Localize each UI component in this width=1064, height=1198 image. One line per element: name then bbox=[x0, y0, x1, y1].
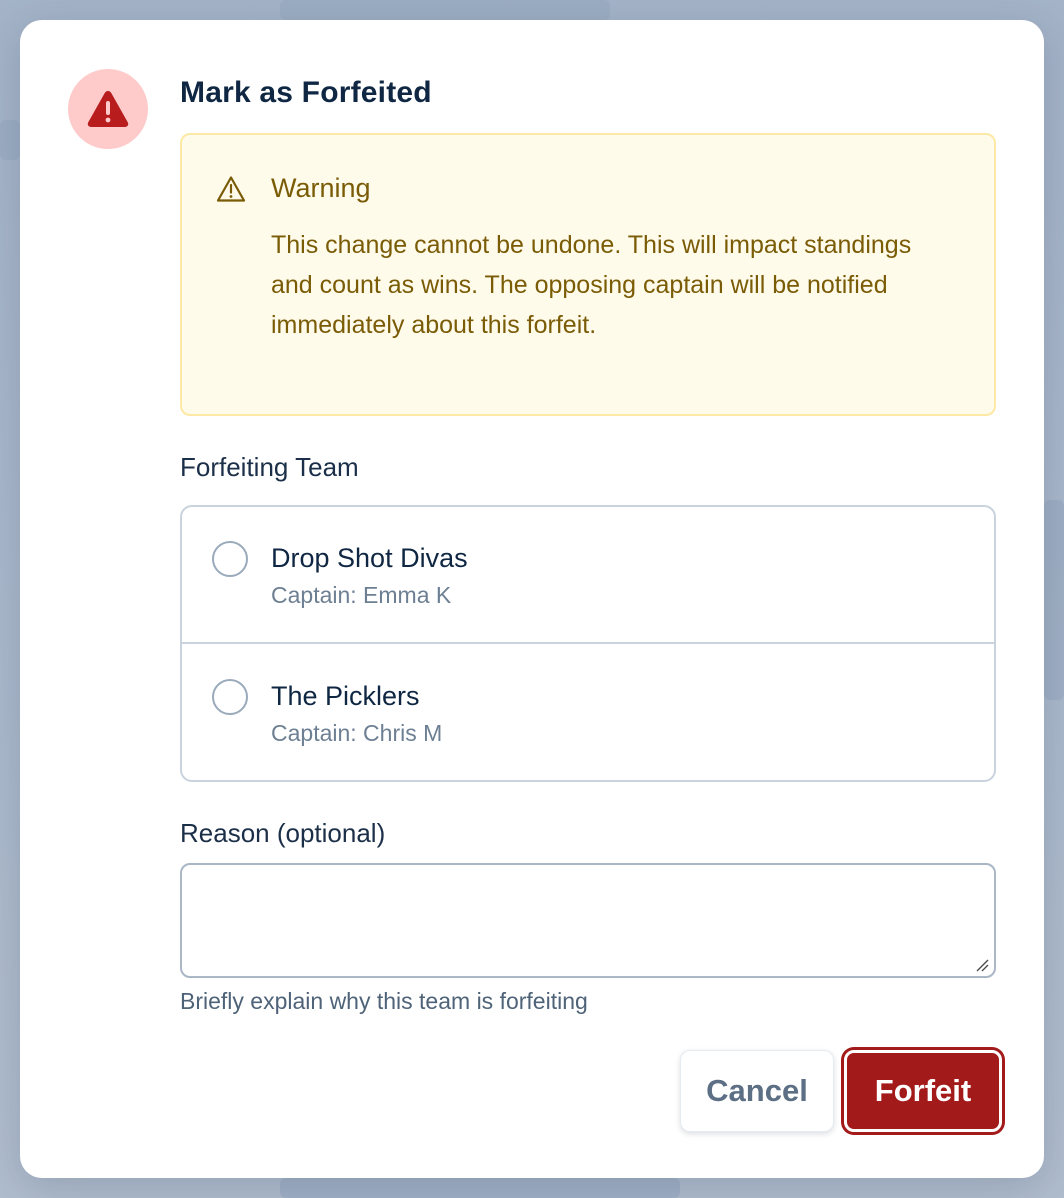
forfeit-button[interactable]: Forfeit bbox=[844, 1050, 1002, 1132]
resize-grip-icon[interactable] bbox=[975, 958, 989, 972]
team-captain: Captain: Emma K bbox=[271, 582, 452, 608]
radio-button[interactable] bbox=[212, 679, 248, 715]
background-element bbox=[1044, 500, 1064, 700]
dialog-title: Mark as Forfeited bbox=[180, 76, 432, 109]
alert-triangle-icon bbox=[87, 91, 129, 127]
team-captain: Captain: Chris M bbox=[271, 720, 443, 746]
forfeit-dialog: Mark as Forfeited Warning This change ca… bbox=[20, 20, 1044, 1178]
team-option-the-picklers[interactable]: The Picklers Captain: Chris M bbox=[182, 645, 994, 780]
team-name: Drop Shot Divas bbox=[271, 543, 468, 573]
reason-label: Reason (optional) bbox=[180, 818, 386, 848]
alert-badge bbox=[68, 69, 148, 149]
team-radio-group: Drop Shot Divas Captain: Emma K The Pick… bbox=[180, 505, 996, 782]
background-element bbox=[280, 0, 610, 20]
reason-helper-text: Briefly explain why this team is forfeit… bbox=[180, 988, 588, 1014]
team-option-drop-shot-divas[interactable]: Drop Shot Divas Captain: Emma K bbox=[182, 507, 994, 644]
reason-textarea[interactable] bbox=[180, 863, 996, 978]
warning-message: This change cannot be undone. This will … bbox=[271, 231, 912, 339]
warning-triangle-icon bbox=[216, 176, 246, 202]
radio-button[interactable] bbox=[212, 541, 248, 577]
team-name: The Picklers bbox=[271, 681, 420, 711]
warning-title: Warning bbox=[271, 173, 371, 203]
warning-callout: Warning This change cannot be undone. Th… bbox=[180, 133, 996, 416]
forfeiting-team-label: Forfeiting Team bbox=[180, 452, 359, 482]
background-element bbox=[280, 1178, 680, 1198]
cancel-button[interactable]: Cancel bbox=[680, 1050, 834, 1132]
background-element bbox=[0, 120, 20, 160]
